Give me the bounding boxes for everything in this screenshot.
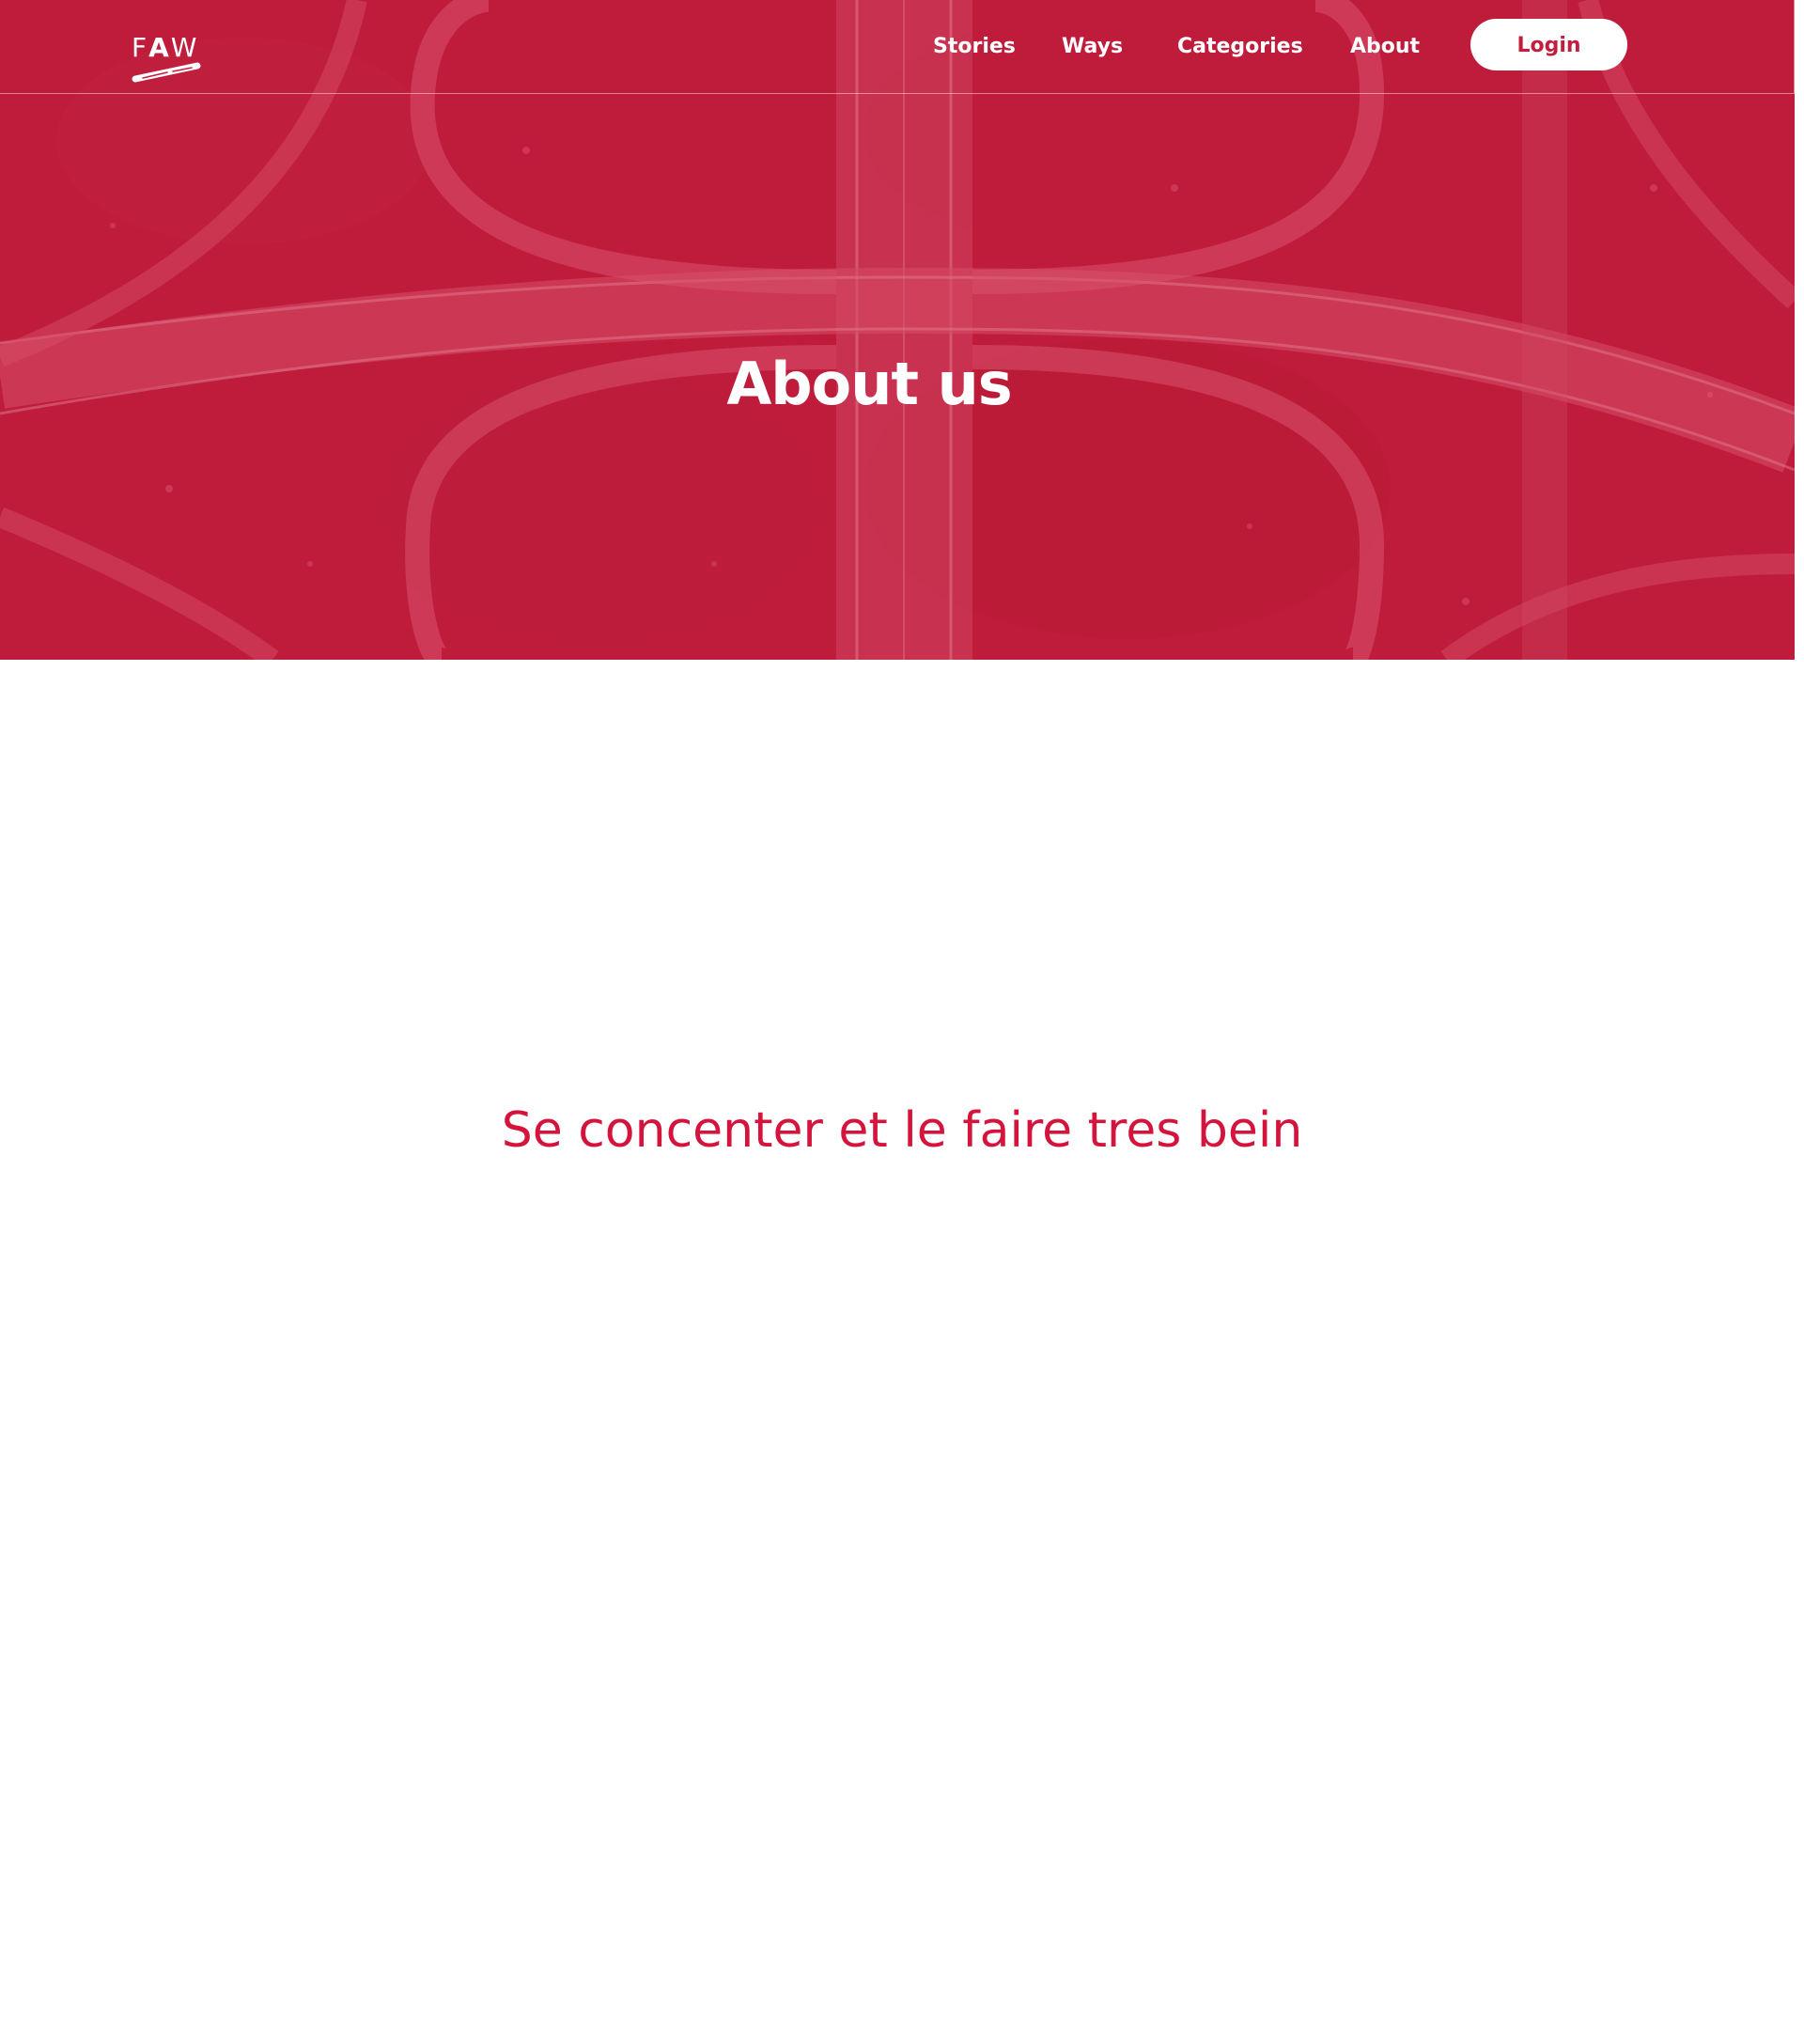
nav-item-ways[interactable]: Ways xyxy=(1062,28,1123,66)
nav-item-about[interactable]: About xyxy=(1350,28,1420,66)
nav-item-stories[interactable]: Stories xyxy=(933,28,1016,66)
main-content: Se concenter et le faire tres bein xyxy=(0,660,1804,2044)
nav-item-categories[interactable]: Categories xyxy=(1177,28,1303,66)
top-navbar: FAW Stories Ways Categories About Login xyxy=(0,0,1795,94)
hero-banner: FAW Stories Ways Categories About Login … xyxy=(0,0,1795,660)
hero-title: About us xyxy=(726,349,1012,418)
tagline: Se concenter et le faire tres bein xyxy=(501,1102,1303,1160)
hero-background-image xyxy=(0,0,1795,660)
login-button[interactable]: Login xyxy=(1470,19,1627,70)
